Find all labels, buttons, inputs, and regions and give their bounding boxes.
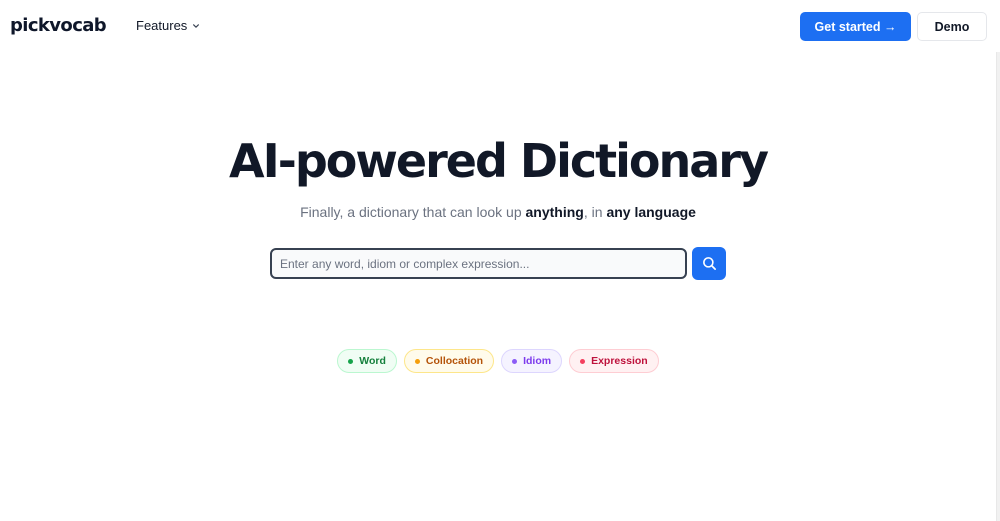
chip-word[interactable]: Word bbox=[337, 349, 397, 373]
demo-button[interactable]: Demo bbox=[917, 12, 987, 41]
chip-label: Word bbox=[359, 355, 386, 367]
search-button[interactable] bbox=[692, 247, 726, 280]
hero-subtitle: Finally, a dictionary that can look up a… bbox=[0, 204, 996, 220]
subtitle-emphasis: anything bbox=[525, 204, 584, 220]
chip-idiom[interactable]: Idiom bbox=[501, 349, 563, 373]
subtitle-part: , in bbox=[583, 204, 607, 220]
chip-dot bbox=[512, 358, 518, 364]
scrollbar[interactable] bbox=[996, 52, 1000, 521]
search-icon bbox=[702, 257, 716, 270]
logo[interactable]: pickvocab bbox=[10, 15, 107, 36]
chip-dot bbox=[348, 358, 354, 364]
hero-title: AI-powered Dictionary bbox=[229, 134, 769, 188]
search-input[interactable] bbox=[270, 248, 687, 279]
subtitle-part: Finally, a dictionary that can look up bbox=[300, 204, 526, 220]
chip-dot bbox=[580, 358, 586, 364]
chip-expression[interactable]: Expression bbox=[569, 349, 659, 373]
chip-collocation[interactable]: Collocation bbox=[403, 349, 495, 373]
chip-label: Expression bbox=[591, 355, 648, 367]
chevron-down-icon bbox=[193, 23, 200, 28]
subtitle-emphasis: any language bbox=[606, 204, 696, 220]
features-menu[interactable]: Features bbox=[136, 18, 200, 33]
page: pickvocab Features Get started → Demo AI… bbox=[0, 0, 1000, 521]
chip-dot bbox=[414, 358, 420, 364]
top-nav: pickvocab Features Get started → Demo bbox=[0, 0, 1000, 52]
chip-label: Idiom bbox=[523, 355, 552, 367]
chip-label: Collocation bbox=[425, 355, 484, 367]
get-started-button[interactable]: Get started → bbox=[800, 12, 911, 41]
features-label: Features bbox=[136, 18, 188, 33]
category-chips: Word Collocation Idiom Expression bbox=[0, 349, 996, 373]
